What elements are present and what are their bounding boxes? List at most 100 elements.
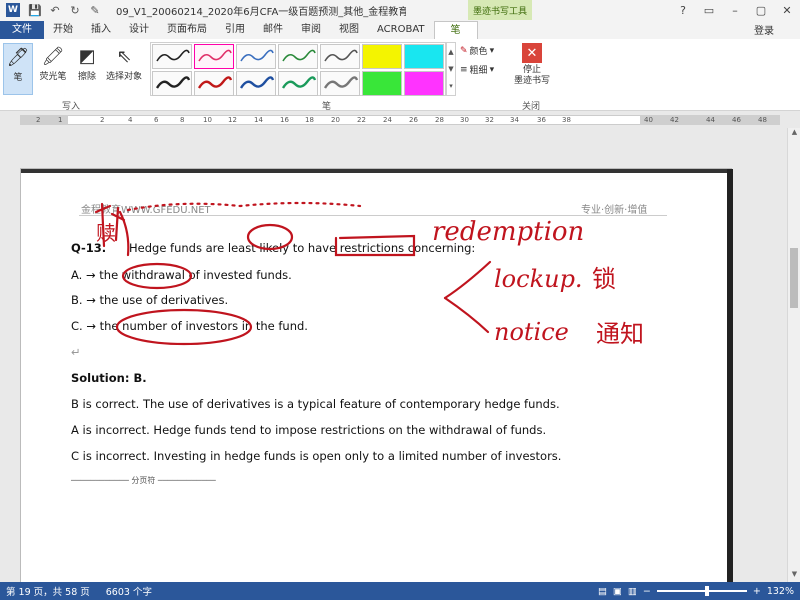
tab-pens[interactable]: 笔: [433, 21, 478, 39]
pen-style[interactable]: [152, 44, 192, 69]
vertical-scrollbar[interactable]: ▲ ▼: [787, 128, 800, 582]
web-layout-icon[interactable]: ▥: [628, 586, 637, 597]
highlighter-tool-button[interactable]: 🖍 荧光笔: [36, 43, 70, 95]
save-icon[interactable]: 💾: [28, 4, 42, 17]
pen-gallery-scroll[interactable]: ▲ ▼ ▾: [446, 42, 456, 96]
chevron-down-icon: ▾: [489, 45, 495, 56]
color-option[interactable]: ✎ 颜色 ▾: [460, 44, 495, 58]
gallery-down-icon[interactable]: ▼: [448, 65, 453, 73]
ruler-tick: 1: [58, 116, 63, 124]
pen-tool-label: 笔: [13, 73, 23, 83]
zoom-in-icon[interactable]: +: [753, 586, 761, 597]
tab-mailings[interactable]: 邮件: [254, 21, 292, 39]
eraser-tool-button[interactable]: ◩ 擦除: [72, 43, 102, 95]
ruler-tick: 24: [383, 116, 392, 124]
login-link[interactable]: 登录: [754, 22, 774, 37]
word-app-icon[interactable]: W: [6, 3, 20, 17]
ruler-tick: 14: [254, 116, 263, 124]
tab-design[interactable]: 设计: [120, 21, 158, 39]
tab-references[interactable]: 引用: [216, 21, 254, 39]
empty-paragraph: ↵: [71, 345, 81, 359]
stop-inking-button[interactable]: ✕ 停止 墨迹书写: [506, 43, 558, 99]
page-break-marker: ──────────── 分页符 ────────────: [71, 476, 216, 485]
page-right-border: [727, 169, 733, 582]
ribbon-display-button[interactable]: ▭: [696, 0, 722, 20]
quick-access-toolbar: 💾 ↶ ↻ ✎: [28, 4, 102, 17]
document-page[interactable]: 金程教育WWW.GFEDU.NET 专业·创新·增值 Q-13. Hedge f…: [20, 168, 733, 582]
zoom-slider[interactable]: [656, 586, 747, 596]
pen-style[interactable]: [320, 44, 360, 69]
ruler-tick: 32: [485, 116, 494, 124]
close-x-icon: ✕: [522, 43, 542, 63]
zoom-out-icon[interactable]: −: [643, 586, 651, 597]
page-break-label: 分页符: [131, 476, 156, 485]
scroll-up-icon[interactable]: ▲: [788, 128, 800, 140]
ruler-tick: 34: [510, 116, 519, 124]
highlighter-style[interactable]: [404, 44, 444, 69]
tab-acrobat[interactable]: ACROBAT: [368, 21, 434, 39]
explanation-1: B is correct. The use of derivatives is …: [71, 397, 560, 411]
ruler-tick: 16: [280, 116, 289, 124]
scroll-down-icon[interactable]: ▼: [788, 570, 800, 582]
document-title: 09_V1_20060214_2020年6月CFA一级百题预测_其他_金程教育（…: [116, 6, 406, 18]
pen-style[interactable]: [278, 44, 318, 69]
ruler-tick: 6: [154, 116, 159, 124]
print-layout-icon[interactable]: ▣: [613, 586, 622, 597]
pen-style[interactable]: [236, 71, 276, 96]
horizontal-ruler[interactable]: 2 1 2 4 6 8 10 12 14 16 18 20 22 24 26 2…: [0, 112, 800, 128]
read-mode-icon[interactable]: ▤: [598, 586, 607, 597]
eraser-icon: ◩: [78, 45, 96, 67]
select-objects-button[interactable]: ⇖ 选择对象: [102, 43, 146, 95]
pen-tool-button[interactable]: 🖊 笔: [3, 43, 33, 95]
ruler-tick: 20: [331, 116, 340, 124]
tab-file[interactable]: 文件: [0, 21, 44, 39]
close-button[interactable]: ✕: [774, 0, 800, 20]
page-count[interactable]: 第 19 页，共 58 页: [6, 584, 90, 598]
tab-review[interactable]: 审阅: [292, 21, 330, 39]
minimize-button[interactable]: –: [722, 0, 748, 20]
gallery-more-icon[interactable]: ▾: [449, 82, 453, 90]
thickness-icon: ≡: [460, 64, 468, 75]
stop-label: 停止: [522, 65, 541, 75]
tab-layout[interactable]: 页面布局: [158, 21, 216, 39]
pen-style[interactable]: [320, 71, 360, 96]
zoom-slider-knob[interactable]: [704, 586, 709, 596]
tab-insert[interactable]: 插入: [82, 21, 120, 39]
pen-style[interactable]: [278, 71, 318, 96]
zoom-level[interactable]: 132%: [767, 586, 794, 597]
redo-icon[interactable]: ↻: [68, 4, 82, 17]
ruler-tick: 42: [670, 116, 679, 124]
question-number: Q-13.: [71, 241, 107, 255]
highlighter-style[interactable]: [362, 71, 402, 96]
pen-style[interactable]: [152, 71, 192, 96]
gallery-up-icon[interactable]: ▲: [448, 48, 453, 56]
ruler-tick: 2: [36, 116, 41, 124]
pen-icon[interactable]: ✎: [88, 4, 102, 17]
pen-stroke-preview: [240, 49, 274, 62]
ruler-tick: 44: [706, 116, 715, 124]
pen-style[interactable]: [194, 44, 234, 69]
highlighter-style[interactable]: [362, 44, 402, 69]
option-a: A. → the withdrawal of invested funds.: [71, 268, 292, 282]
highlighter-label: 荧光笔: [39, 72, 67, 82]
explanation-2: A is incorrect. Hedge funds tend to impo…: [71, 423, 547, 437]
select-objects-label: 选择对象: [105, 72, 142, 82]
group-close-label: 关闭: [522, 102, 541, 112]
pen-style[interactable]: [194, 71, 234, 96]
help-button[interactable]: ?: [670, 0, 696, 20]
document-canvas: 金程教育WWW.GFEDU.NET 专业·创新·增值 Q-13. Hedge f…: [0, 128, 787, 582]
thickness-option[interactable]: ≡ 粗细 ▾: [460, 63, 495, 77]
undo-icon[interactable]: ↶: [48, 4, 62, 17]
tab-home[interactable]: 开始: [44, 21, 82, 39]
highlighter-style[interactable]: [404, 71, 444, 96]
tab-view[interactable]: 视图: [330, 21, 368, 39]
word-count[interactable]: 6603 个字: [106, 584, 152, 598]
maximize-button[interactable]: ▢: [748, 0, 774, 20]
highlighter-icon: 🖍: [41, 45, 65, 67]
ruler-tick: 48: [758, 116, 767, 124]
ruler-tick: 22: [357, 116, 366, 124]
scroll-thumb[interactable]: [790, 248, 798, 308]
pen-style[interactable]: [236, 44, 276, 69]
question-text: Hedge funds are least likely to have res…: [129, 241, 476, 255]
chevron-down-icon: ▾: [489, 64, 495, 75]
